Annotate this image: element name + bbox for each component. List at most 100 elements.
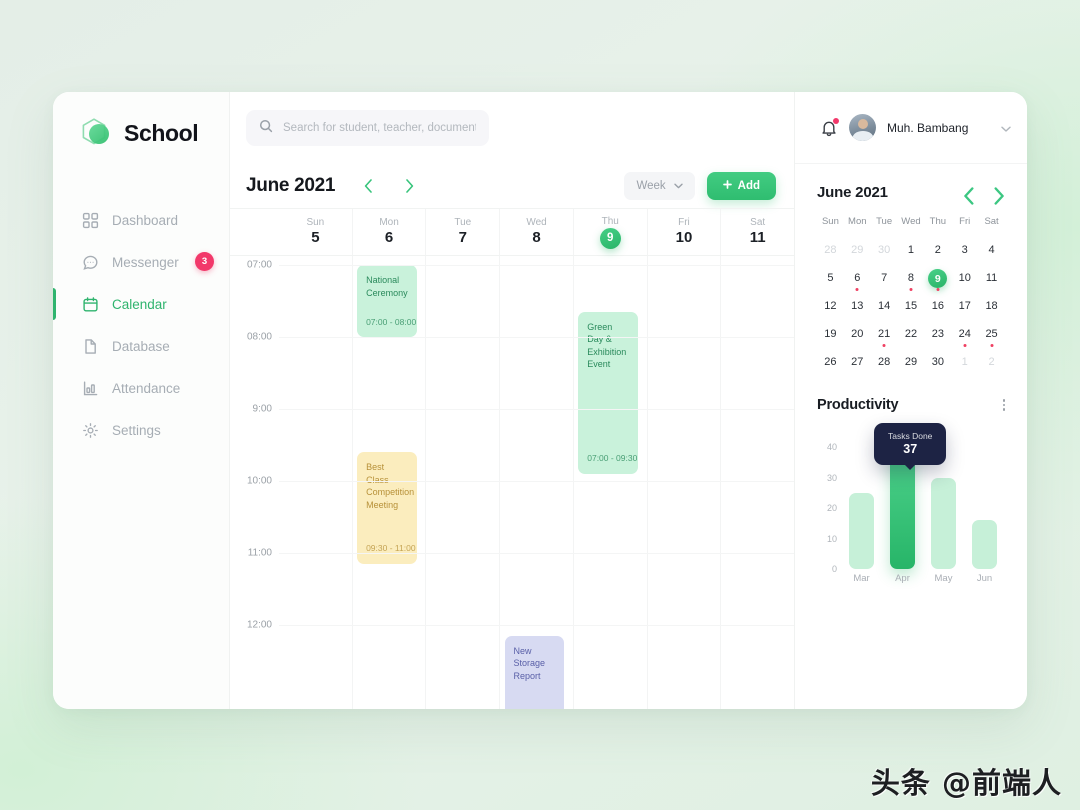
sidebar-item-database[interactable]: Database [53, 325, 229, 367]
prev-week-button[interactable] [355, 173, 381, 199]
next-week-button[interactable] [396, 173, 422, 199]
mini-calendar-day[interactable]: 30 [924, 353, 951, 371]
bell-icon[interactable] [820, 117, 839, 137]
day-column-header[interactable]: Tue 7 [425, 209, 499, 255]
view-select[interactable]: Week [624, 172, 695, 200]
mini-next-month-button[interactable] [993, 186, 1005, 205]
mini-calendar-dow: Tue [876, 216, 893, 227]
mini-prev-month-button[interactable] [963, 186, 975, 205]
sidebar-item-calendar[interactable]: Calendar [53, 283, 229, 325]
day-column-header[interactable]: Sun 5 [279, 209, 352, 255]
mini-calendar-grid: Sun Mon Tue Wed Thu Fri Sat 28 29 30 1 2 3 4 5 6 7 8 9 10 11… [817, 216, 1005, 371]
productivity-card: Productivity 0 10 20 30 40 Mar Apr May Jun Task… [795, 371, 1027, 597]
mini-calendar-day[interactable]: 7 [871, 269, 898, 287]
day-column[interactable] [279, 256, 352, 709]
mini-calendar-day-number: 9 [928, 269, 948, 288]
chart-bar[interactable] [931, 477, 956, 569]
mini-calendar-day[interactable]: 14 [871, 297, 898, 315]
day-column-header[interactable]: Thu 9 [572, 209, 647, 255]
mini-calendar-day[interactable]: 6 [844, 269, 871, 291]
day-column-header[interactable]: Fri 10 [646, 209, 721, 255]
right-panel: Muh. Bambang June 2021 Sun Mon Tue Wed Thu Fr… [795, 92, 1027, 709]
calendar-title: June 2021 [246, 175, 336, 196]
mini-calendar-day[interactable]: 10 [951, 269, 978, 287]
mini-calendar-day[interactable]: 27 [844, 353, 871, 371]
profile-chevron-down-icon[interactable] [1001, 119, 1011, 137]
day-column[interactable]: Green Day & Exhibition Event 07:00 - 09:3… [572, 256, 647, 709]
mini-calendar-day[interactable]: 17 [951, 297, 978, 315]
day-column-header[interactable]: Sat 11 [720, 209, 794, 255]
mini-calendar-day[interactable]: 8 [898, 269, 925, 291]
bar-chart-icon [82, 380, 99, 397]
chart-bar-slot[interactable] [964, 447, 1005, 569]
chart-x-label: Apr [895, 573, 910, 584]
chart-bar-slot[interactable] [841, 447, 882, 569]
mini-calendar-day[interactable]: 2 [978, 353, 1005, 371]
mini-calendar-dow: Wed [901, 216, 921, 227]
mini-calendar-day[interactable]: 18 [978, 297, 1005, 315]
mini-calendar-day-number: 30 [931, 356, 944, 368]
day-column[interactable] [720, 256, 794, 709]
mini-calendar-day[interactable]: 22 [898, 325, 925, 343]
mini-calendar-day-number: 15 [904, 300, 918, 312]
mini-calendar-day[interactable]: 12 [817, 297, 844, 315]
mini-calendar-day-selected[interactable]: 9 [924, 269, 951, 291]
day-of-week-label: Sun [306, 217, 325, 228]
mini-calendar-day[interactable]: 26 [817, 353, 844, 371]
mini-calendar-day[interactable]: 16 [924, 297, 951, 315]
mini-calendar-day[interactable]: 20 [844, 325, 871, 343]
mini-calendar-day[interactable]: 21 [871, 325, 898, 347]
day-column[interactable]: National Ceremony 07:00 - 08:00 Best Class… [351, 256, 426, 709]
mini-calendar-header: June 2021 [817, 184, 1005, 205]
sidebar-item-dashboard[interactable]: Dashboard [53, 199, 229, 241]
avatar[interactable] [849, 114, 876, 141]
mini-calendar-day-number: 7 [881, 272, 888, 284]
sidebar-item-attendance[interactable]: Attendance [53, 367, 229, 409]
calendar-event[interactable]: National Ceremony 07:00 - 08:00 [357, 265, 417, 337]
sidebar-item-label: Dashboard [112, 212, 179, 228]
calendar-event[interactable]: Best Class Competition Meeting 09:30 - 11… [357, 452, 417, 564]
mini-calendar-day[interactable]: 15 [898, 297, 925, 315]
mini-calendar-day[interactable]: 29 [898, 353, 925, 371]
add-button[interactable]: Add [706, 172, 776, 200]
chart-bar[interactable] [849, 492, 874, 569]
mini-calendar-day[interactable]: 2 [924, 241, 951, 259]
mini-calendar-day[interactable]: 30 [871, 241, 898, 259]
sidebar-item-settings[interactable]: Settings [53, 409, 229, 451]
chart-bar-slot[interactable] [882, 447, 923, 569]
kebab-menu-icon[interactable] [1002, 399, 1005, 411]
mini-calendar-day-number: 6 [854, 272, 861, 284]
day-column[interactable] [646, 256, 721, 709]
sidebar-item-messenger[interactable]: Messenger 3 [53, 241, 229, 283]
calendar-event[interactable]: New Storage Report [504, 635, 565, 709]
mini-calendar-day[interactable]: 23 [924, 325, 951, 343]
day-column[interactable]: New Storage Report [499, 256, 573, 709]
messenger-badge: 3 [195, 252, 214, 271]
mini-calendar-day-number: 20 [851, 328, 864, 340]
mini-calendar-day[interactable]: 1 [951, 353, 978, 371]
mini-calendar-day[interactable]: 13 [844, 297, 871, 315]
mini-calendar-day[interactable]: 19 [817, 325, 844, 343]
chart-x-label: Mar [853, 573, 870, 584]
gear-icon [82, 422, 99, 439]
day-column[interactable] [425, 256, 499, 709]
day-column-header[interactable]: Wed 8 [499, 209, 573, 255]
day-column-header[interactable]: Mon 6 [351, 209, 426, 255]
chart-bar[interactable] [972, 520, 997, 569]
mini-calendar-day[interactable]: 4 [978, 241, 1005, 259]
event-title: Best Class Competition Meeting [366, 462, 415, 510]
mini-calendar-day[interactable]: 3 [951, 241, 978, 259]
mini-calendar-day[interactable]: 29 [844, 241, 871, 259]
mini-calendar-day[interactable]: 28 [871, 353, 898, 371]
mini-calendar-day[interactable]: 25 [978, 325, 1005, 347]
mini-calendar-day[interactable]: 28 [817, 241, 844, 259]
mini-calendar-day[interactable]: 1 [898, 241, 925, 259]
week-day-header: Sun 5 Mon 6 Tue 7 Wed 8 Thu 9 Fri 10 Sat 11 [230, 208, 794, 256]
mini-calendar-day[interactable]: 5 [817, 269, 844, 287]
search-input[interactable] [283, 122, 476, 134]
tooltip-label: Tasks Done [888, 431, 933, 441]
chart-bar-slot[interactable] [923, 447, 964, 569]
mini-calendar-day[interactable]: 24 [951, 325, 978, 347]
search-box[interactable] [246, 110, 489, 146]
mini-calendar-day[interactable]: 11 [978, 269, 1005, 287]
